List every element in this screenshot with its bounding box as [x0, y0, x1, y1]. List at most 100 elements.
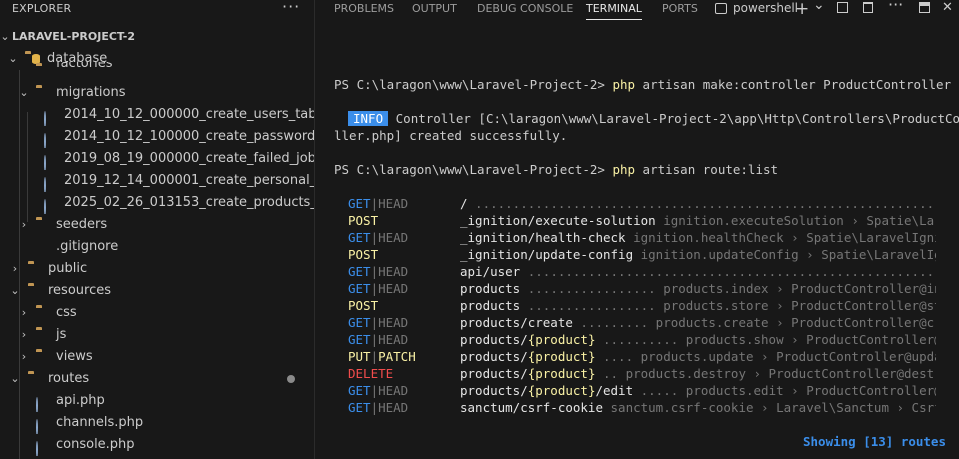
route-method-primary: POST	[348, 213, 379, 228]
file-migration[interactable]: 2019_12_14_000001_create_personal_acc...	[0, 170, 314, 192]
more-actions-icon[interactable]: ···	[888, 0, 903, 14]
file-migration[interactable]: 2014_10_12_000000_create_users_table.p..…	[0, 104, 314, 126]
route-method-separator: |	[370, 383, 379, 398]
route-method: POST	[348, 297, 378, 314]
route-method-secondary: PATCH	[378, 349, 416, 364]
folder-migrations[interactable]: ⌄ migrations	[0, 82, 314, 104]
route-method: GET|HEAD	[348, 331, 408, 348]
route-path: products/{product} .......... products.s…	[460, 331, 936, 348]
tab-output[interactable]: OUTPUT	[412, 2, 457, 15]
route-name-action: ignition.healthCheck › Spatie\LaravelIgn…	[633, 230, 936, 245]
route-name-action: ignition.executeSolution › Spatie\Larave…	[663, 213, 936, 228]
folder-icon	[36, 65, 50, 77]
more-actions-icon[interactable]: ···	[282, 0, 300, 16]
route-method-separator: |	[370, 332, 379, 347]
explorer-title: EXPLORER	[12, 2, 72, 15]
route-method-secondary: HEAD	[378, 230, 409, 245]
route-method: GET|HEAD	[348, 399, 408, 416]
route-uri: products/create	[460, 315, 573, 330]
terminal-line: PS C:\laragon\www\Laravel-Project-2> php…	[334, 161, 778, 178]
route-method-secondary: HEAD	[378, 264, 409, 279]
file-label: 2019_08_19_000000_create_failed_jobs_ta.…	[64, 151, 314, 166]
chevron-right-icon: ›	[21, 218, 27, 231]
trash-icon[interactable]	[863, 2, 873, 13]
terminal-profile-label[interactable]: powershell	[733, 1, 798, 15]
route-name-action: sanctum.csrf-cookie › Laravel\Sanctum › …	[610, 400, 936, 415]
file-label: 2014_10_12_100000_create_password_res...	[64, 129, 314, 144]
folder-icon	[36, 219, 50, 231]
route-name-action: ......... products.create › ProductContr…	[572, 315, 936, 330]
route-method: GET|HEAD	[348, 382, 408, 399]
route-name-action: ........................................…	[527, 264, 936, 279]
folder-label: resources	[48, 283, 112, 298]
add-terminal-icon[interactable]: +	[795, 0, 809, 19]
file-migration[interactable]: 2025_02_26_013153_create_products_tabl..…	[0, 192, 314, 214]
folder-public[interactable]: › public	[0, 258, 314, 280]
route-method-primary: GET	[348, 264, 371, 279]
route-name-action: ........................................…	[475, 196, 936, 211]
file-php[interactable]: api.php	[0, 390, 314, 412]
migration-file-icon	[44, 197, 58, 214]
route-path: products ................. products.inde…	[460, 280, 936, 297]
route-param: {product}	[527, 383, 596, 398]
route-method-secondary: HEAD	[378, 315, 409, 330]
split-terminal-icon[interactable]	[837, 2, 848, 13]
command-args: artisan route:list	[635, 162, 779, 177]
route-method-primary: GET	[348, 196, 371, 211]
route-method-primary: GET	[348, 230, 371, 245]
migration-file-icon	[44, 109, 58, 126]
route-method-secondary: HEAD	[378, 332, 409, 347]
terminal-panel: PROBLEMS OUTPUT DEBUG CONSOLE TERMINAL P…	[315, 0, 959, 459]
folder-label: js	[56, 327, 67, 342]
route-uri: _ignition/health-check	[460, 230, 626, 245]
tab-debug-console[interactable]: DEBUG CONSOLE	[477, 2, 573, 15]
route-method-primary: GET	[348, 383, 371, 398]
file-migration[interactable]: 2014_10_12_100000_create_password_res...	[0, 126, 314, 148]
maximize-panel-icon[interactable]	[919, 2, 930, 13]
file-label: 2019_12_14_000001_create_personal_acc...	[64, 173, 314, 188]
file-php[interactable]: channels.php	[0, 412, 314, 434]
route-method-primary: GET	[348, 400, 371, 415]
chevron-right-icon: ›	[21, 306, 27, 319]
terminal-output[interactable]: PS C:\laragon\www\Laravel-Project-2> php…	[334, 0, 959, 449]
route-uri: sanctum/csrf-cookie	[460, 400, 603, 415]
prompt: PS C:\laragon\www\Laravel-Project-2>	[334, 77, 613, 92]
folder-resources[interactable]: ⌄ resources	[0, 280, 314, 302]
terminal-line: PS C:\laragon\www\Laravel-Project-2> php…	[334, 76, 951, 93]
folder-routes[interactable]: ⌄ routes	[0, 368, 314, 390]
folder-css[interactable]: › css	[0, 302, 314, 324]
route-method-secondary: HEAD	[378, 196, 409, 211]
file-gitignore[interactable]: .gitignore	[0, 236, 314, 258]
folder-label: seeders	[56, 217, 108, 232]
folder-views[interactable]: › views	[0, 346, 314, 368]
folder-factories[interactable]: factories	[0, 62, 314, 78]
route-method-separator: |	[370, 196, 379, 211]
info-text: Controller [C:\laragon\www\Laravel-Proje…	[395, 111, 959, 126]
file-php[interactable]: console.php	[0, 434, 314, 456]
folder-js[interactable]: › js	[0, 324, 314, 346]
terminal-line: INFO Controller [C:\laragon\www\Laravel-…	[348, 110, 959, 127]
route-param: {product}	[527, 332, 596, 347]
close-icon[interactable]: ✕	[942, 0, 953, 15]
route-name-action: ignition.updateConfig › Spatie\LaravelIg…	[640, 247, 936, 262]
route-uri: products/	[460, 332, 528, 347]
route-uri: _ignition/update-config	[460, 247, 634, 262]
route-path: sanctum/csrf-cookie sanctum.csrf-cookie …	[460, 399, 936, 416]
command-php: php	[612, 162, 636, 177]
route-method-separator: |	[370, 349, 379, 364]
route-name-action: ................. products.store › Produ…	[520, 298, 936, 313]
route-path: products/create ......... products.creat…	[460, 314, 936, 331]
route-path: _ignition/update-config ignition.updateC…	[460, 246, 936, 263]
route-method-primary: POST	[348, 247, 379, 262]
command-args: artisan make:controller ProductControlle…	[635, 77, 952, 92]
route-method: GET|HEAD	[348, 229, 408, 246]
project-root[interactable]: ⌄ LARAVEL-PROJECT-2	[0, 26, 314, 48]
modified-dot-icon	[287, 375, 295, 383]
tab-ports[interactable]: PORTS	[662, 2, 698, 15]
chevron-down-icon[interactable]: ⌄	[813, 0, 825, 13]
route-method-primary: POST	[348, 298, 379, 313]
file-migration[interactable]: 2019_08_19_000000_create_failed_jobs_ta.…	[0, 148, 314, 170]
tab-terminal[interactable]: TERMINAL	[586, 2, 642, 20]
route-name-action: .... products.update › ProductController…	[595, 349, 936, 364]
folder-seeders[interactable]: › seeders	[0, 214, 314, 236]
